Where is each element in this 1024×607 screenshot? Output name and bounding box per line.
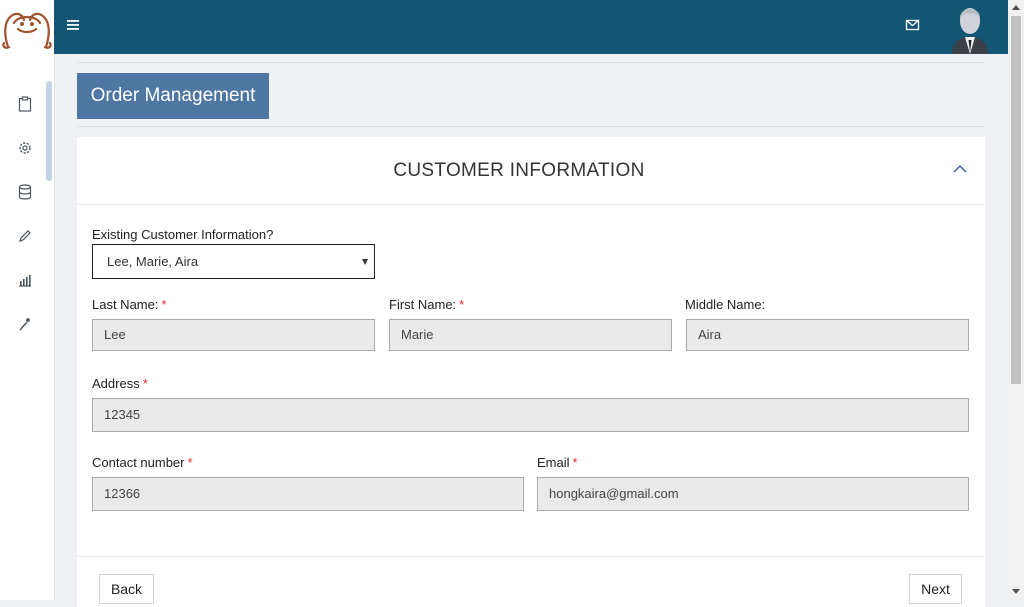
top-navbar: [54, 0, 1008, 54]
divider: [77, 62, 985, 63]
magic-wand-icon[interactable]: [15, 314, 35, 334]
bar-chart-icon[interactable]: [15, 270, 35, 290]
hamburger-icon[interactable]: [66, 17, 82, 33]
middle-name-label: Middle Name:: [685, 297, 766, 312]
scroll-down-arrow-icon[interactable]: [1012, 589, 1020, 594]
last-name-field[interactable]: Lee: [92, 319, 375, 351]
monkey-logo[interactable]: [0, 5, 54, 49]
email-label: Email *: [537, 455, 578, 470]
dropdown-arrow-icon: [362, 259, 368, 265]
section-title: CUSTOMER INFORMATION: [393, 160, 645, 181]
pencil-icon[interactable]: [15, 226, 35, 246]
existing-customer-value: Lee, Marie, Aira: [107, 254, 199, 269]
sidebar-scrollbar[interactable]: [46, 81, 52, 181]
user-avatar[interactable]: [948, 0, 992, 54]
clipboard-icon[interactable]: [15, 94, 35, 114]
divider: [77, 126, 985, 127]
scrollbar-thumb[interactable]: [1011, 16, 1021, 384]
middle-name-field[interactable]: Aira: [686, 319, 969, 351]
first-name-field[interactable]: Marie: [389, 319, 672, 351]
contact-number-label: Contact number *: [92, 455, 193, 470]
customer-info-card: CUSTOMER INFORMATION Existing Customer I…: [77, 137, 985, 607]
last-name-label: Last Name: *: [92, 297, 167, 312]
chevron-up-icon[interactable]: [953, 161, 967, 173]
scroll-up-arrow-icon[interactable]: [1012, 5, 1020, 10]
contact-number-field[interactable]: 12366: [92, 477, 524, 511]
address-field[interactable]: 12345: [92, 398, 969, 432]
mail-icon[interactable]: [904, 17, 922, 33]
card-header: CUSTOMER INFORMATION: [77, 137, 985, 205]
existing-customer-label: Existing Customer Information?: [92, 227, 274, 242]
page-title: Order Management: [77, 73, 269, 119]
existing-customer-select[interactable]: Lee, Marie, Aira: [92, 244, 375, 279]
gear-icon[interactable]: [15, 138, 35, 158]
first-name-label: First Name: *: [389, 297, 465, 312]
divider: [77, 556, 985, 557]
email-field[interactable]: hongkaira@gmail.com: [537, 477, 969, 511]
sidebar: [0, 0, 55, 600]
database-icon[interactable]: [15, 182, 35, 202]
page-scrollbar[interactable]: [1008, 0, 1024, 600]
address-label: Address *: [92, 376, 148, 391]
